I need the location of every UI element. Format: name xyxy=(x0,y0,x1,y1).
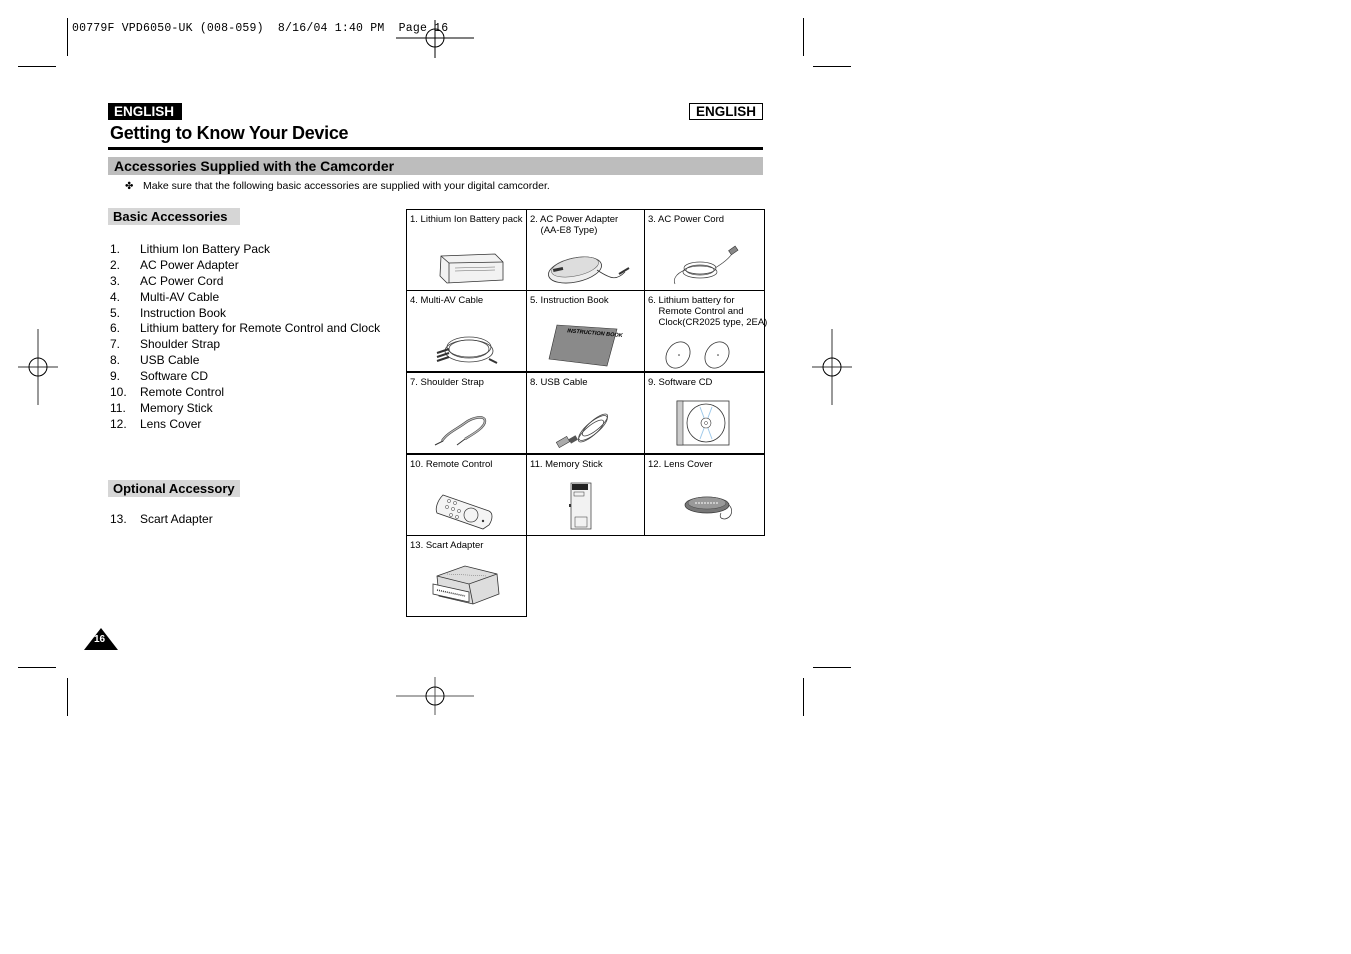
crop-mark xyxy=(67,18,68,56)
registration-mark-icon xyxy=(396,677,474,715)
grid-cell-scart-adapter: 13. Scart Adapter xyxy=(406,535,527,617)
page-title: Getting to Know Your Device xyxy=(110,123,349,143)
bullet-icon: ✤ xyxy=(125,181,134,192)
grid-cell-lens-cover: 12. Lens Cover xyxy=(644,454,765,536)
list-item: 9. Software CD xyxy=(110,369,209,384)
list-item: 11. Memory Stick xyxy=(110,400,213,415)
lens-cover-icon xyxy=(684,496,732,520)
section-title: Accessories Supplied with the Camcorder xyxy=(114,158,395,174)
grid-cell-power-adapter: 2. AC Power Adapter (AA-E8 Type) xyxy=(526,209,647,291)
list-item: 10. Remote Control xyxy=(110,385,225,400)
grid-cell-battery-pack: 1. Lithium Ion Battery pack xyxy=(406,209,527,291)
list-item: 12. Lens Cover xyxy=(110,416,202,431)
battery-pack-icon xyxy=(439,253,504,284)
note-text: Make sure that the following basic acces… xyxy=(143,180,550,192)
grid-cell-shoulder-strap: 7. Shoulder Strap xyxy=(406,372,527,454)
language-badge-left: ENGLISH xyxy=(108,103,182,120)
memory-stick-icon xyxy=(569,482,592,530)
crop-mark xyxy=(813,667,851,668)
usb-cable-icon xyxy=(555,413,609,449)
grid-cell-usb-cable: 8. USB Cable xyxy=(526,372,647,454)
optional-accessory-list: 13. Scart Adapter xyxy=(110,512,213,528)
list-item: 7. Shoulder Strap xyxy=(110,337,221,352)
scart-adapter-icon xyxy=(432,565,500,605)
list-item: 4. Multi-AV Cable xyxy=(110,289,220,304)
instruction-book-icon: INSTRUCTION BOOK xyxy=(548,324,624,367)
page-number: 16 xyxy=(94,634,106,645)
list-item: 3. AC Power Cord xyxy=(110,273,224,288)
crop-mark xyxy=(813,66,851,67)
grid-cell-software-cd: 9. Software CD xyxy=(644,372,765,454)
optional-accessory-heading: Optional Accessory xyxy=(108,480,240,497)
grid-cell-remote-control: 10. Remote Control xyxy=(406,454,527,536)
crop-mark xyxy=(803,678,804,716)
list-item: 5. Instruction Book xyxy=(110,305,227,320)
remote-control-icon xyxy=(435,494,493,530)
registration-mark-icon xyxy=(18,329,58,405)
title-divider xyxy=(108,147,763,150)
basic-accessories-heading: Basic Accessories xyxy=(108,208,240,225)
grid-cell-instruction-book: 5. Instruction Book INSTRUCTION BOOK xyxy=(526,290,647,372)
grid-cell-power-cord: 3. AC Power Cord xyxy=(644,209,765,291)
print-slug: 00779F VPD6050-UK (008-059) 8/16/04 1:40… xyxy=(72,22,449,35)
list-item: 13. Scart Adapter xyxy=(110,512,213,526)
crop-mark xyxy=(18,667,56,668)
power-adapter-icon xyxy=(548,256,630,284)
av-cable-icon xyxy=(436,336,498,364)
list-item: 1. Lithium Ion Battery Pack xyxy=(110,242,271,256)
list-item: 6. Lithium battery for Remote Control and… xyxy=(110,321,381,336)
crop-mark xyxy=(18,66,56,67)
grid-cell-memory-stick: 11. Memory Stick xyxy=(526,454,647,536)
basic-accessories-list: 1. Lithium Ion Battery Pack 2. AC Power Ad… xyxy=(110,242,380,433)
section-note: ✤ Make sure that the following basic acce… xyxy=(125,180,550,192)
crop-mark xyxy=(803,18,804,56)
list-item: 2. AC Power Adapter xyxy=(110,257,239,272)
list-item: 8. USB Cable xyxy=(110,353,200,368)
language-badge-right: ENGLISH xyxy=(689,103,763,120)
cd-icon xyxy=(676,400,730,446)
coin-battery-icon xyxy=(665,341,730,369)
power-cord-icon xyxy=(673,245,739,285)
crop-mark xyxy=(67,678,68,716)
grid-cell-coin-battery: 6. Lithium battery for Remote Control an… xyxy=(644,290,767,372)
grid-cell-av-cable: 4. Multi-AV Cable xyxy=(406,290,527,372)
shoulder-strap-icon xyxy=(434,416,487,446)
registration-mark-icon xyxy=(812,329,852,405)
